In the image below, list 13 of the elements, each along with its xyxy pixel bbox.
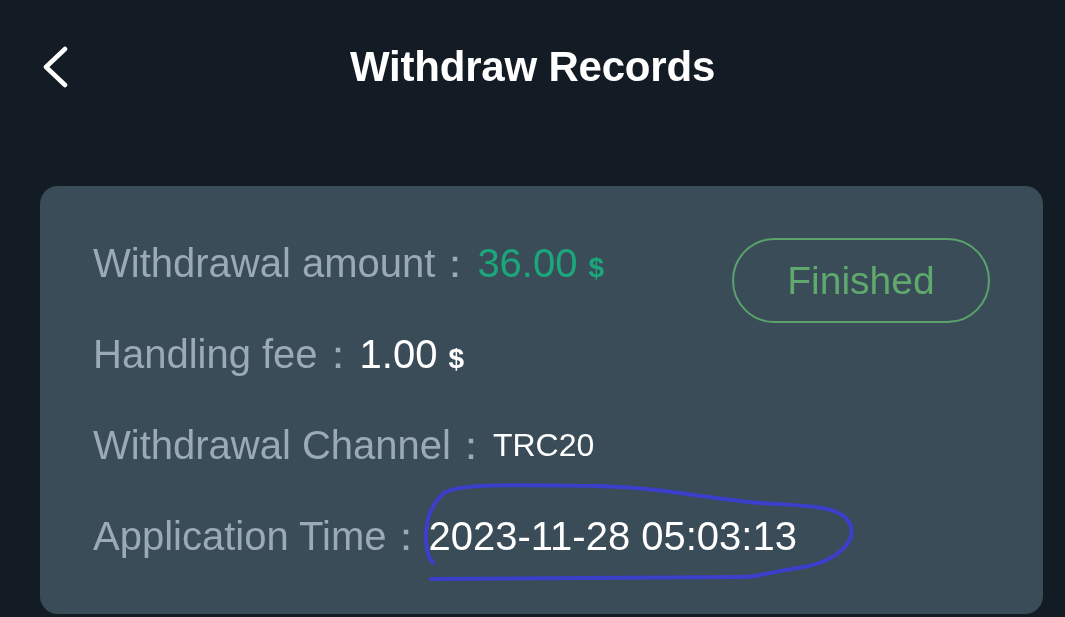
currency-sign: $ xyxy=(588,252,605,284)
time-value: 2023-11-28 05:03:13 xyxy=(428,514,797,559)
status-badge: Finished xyxy=(732,238,990,323)
fee-value: 1.00 xyxy=(359,332,438,377)
field-label: Withdrawal Channel： xyxy=(93,422,491,469)
channel-value: TRC20 xyxy=(492,427,595,464)
amount-value: 36.00 xyxy=(477,241,578,286)
page-title: Withdraw Records xyxy=(349,43,716,91)
currency-sign: $ xyxy=(448,343,465,375)
field-label: Handling fee： xyxy=(93,331,358,378)
field-label: Application Time： xyxy=(93,513,427,560)
back-chevron-icon xyxy=(41,46,69,88)
field-label: Withdrawal amount： xyxy=(93,240,476,287)
